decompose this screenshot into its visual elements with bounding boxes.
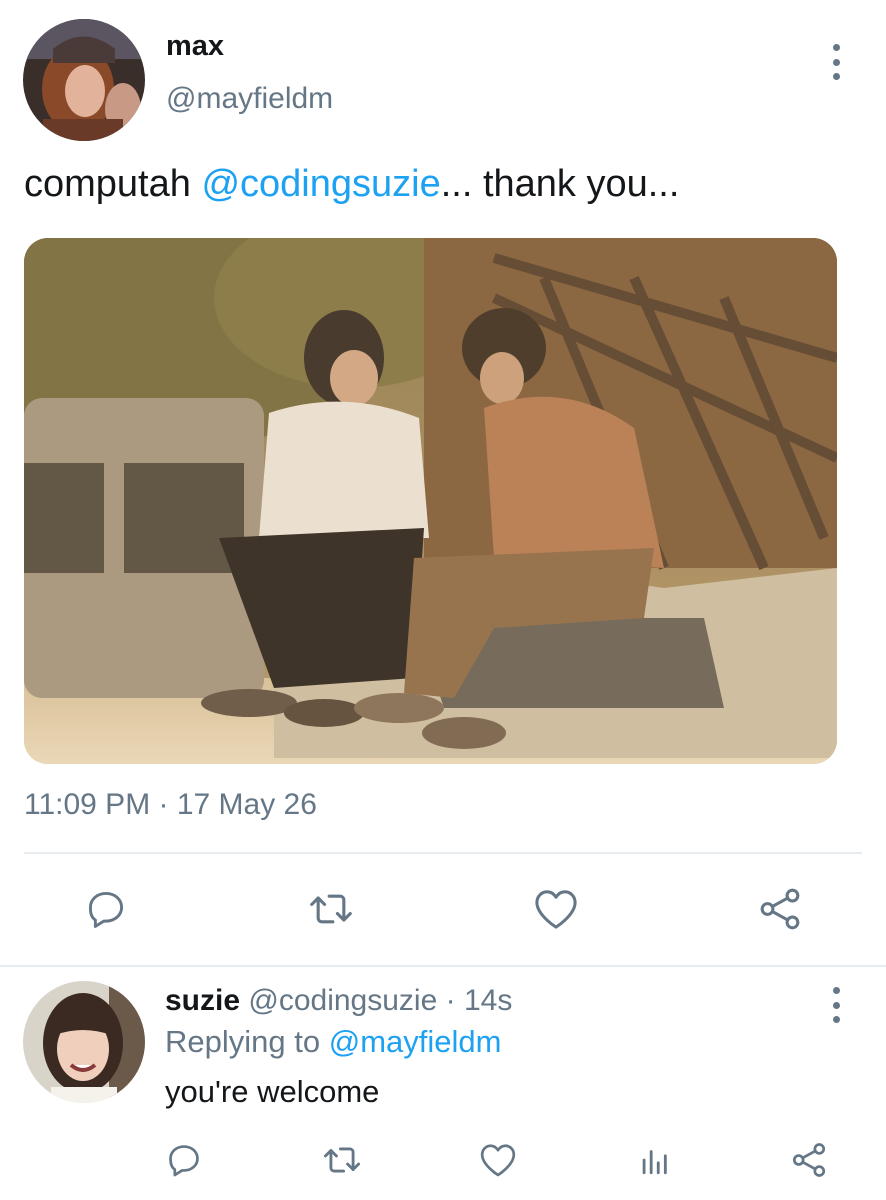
reply-icon[interactable] xyxy=(162,1138,206,1182)
reply-time: 14s xyxy=(463,984,513,1017)
tweet-timestamp: 11:09 PM · 17 May 26 xyxy=(24,788,317,821)
reply-more-options-icon[interactable] xyxy=(829,987,843,1023)
mention-link[interactable]: @codingsuzie xyxy=(201,163,440,205)
tweet-text: computah @codingsuzie... thank you... xyxy=(24,163,679,206)
reply-author-avatar[interactable] xyxy=(23,981,145,1103)
replying-to-mention[interactable]: @mayfieldm xyxy=(329,1024,502,1059)
reply-author-handle[interactable]: @codingsuzie xyxy=(248,984,437,1017)
tweet-text-end: ... thank you... xyxy=(440,163,680,205)
author-name[interactable]: max xyxy=(166,30,224,63)
more-options-icon[interactable] xyxy=(829,44,843,80)
retweet-icon[interactable] xyxy=(303,883,359,935)
divider xyxy=(24,852,862,854)
author-avatar[interactable] xyxy=(23,19,145,141)
tweet-detail-page: max @mayfieldm computah @codingsuzie... … xyxy=(0,0,886,1200)
media-photo xyxy=(24,238,837,764)
header-separator: · xyxy=(437,984,464,1017)
reply-text: you're welcome xyxy=(165,1074,380,1109)
like-icon[interactable] xyxy=(475,1138,521,1182)
avatar-photo xyxy=(23,19,145,141)
replying-to-label: Replying to xyxy=(165,1024,329,1059)
retweet-icon[interactable] xyxy=(318,1138,366,1182)
avatar-photo xyxy=(23,981,145,1103)
reply-header: suzie @codingsuzie · 14s xyxy=(165,984,512,1018)
tweet-media-image[interactable] xyxy=(24,238,837,764)
share-icon[interactable] xyxy=(787,1138,831,1182)
like-icon[interactable] xyxy=(529,883,583,935)
analytics-icon[interactable] xyxy=(632,1138,676,1182)
tweet-text-start: computah xyxy=(24,163,202,205)
section-divider xyxy=(0,965,886,967)
reply-author-name[interactable]: suzie xyxy=(165,984,240,1017)
reply-icon[interactable] xyxy=(80,883,132,935)
author-handle[interactable]: @mayfieldm xyxy=(166,82,333,116)
replying-to-line: Replying to @mayfieldm xyxy=(165,1024,501,1060)
share-icon[interactable] xyxy=(754,883,806,935)
